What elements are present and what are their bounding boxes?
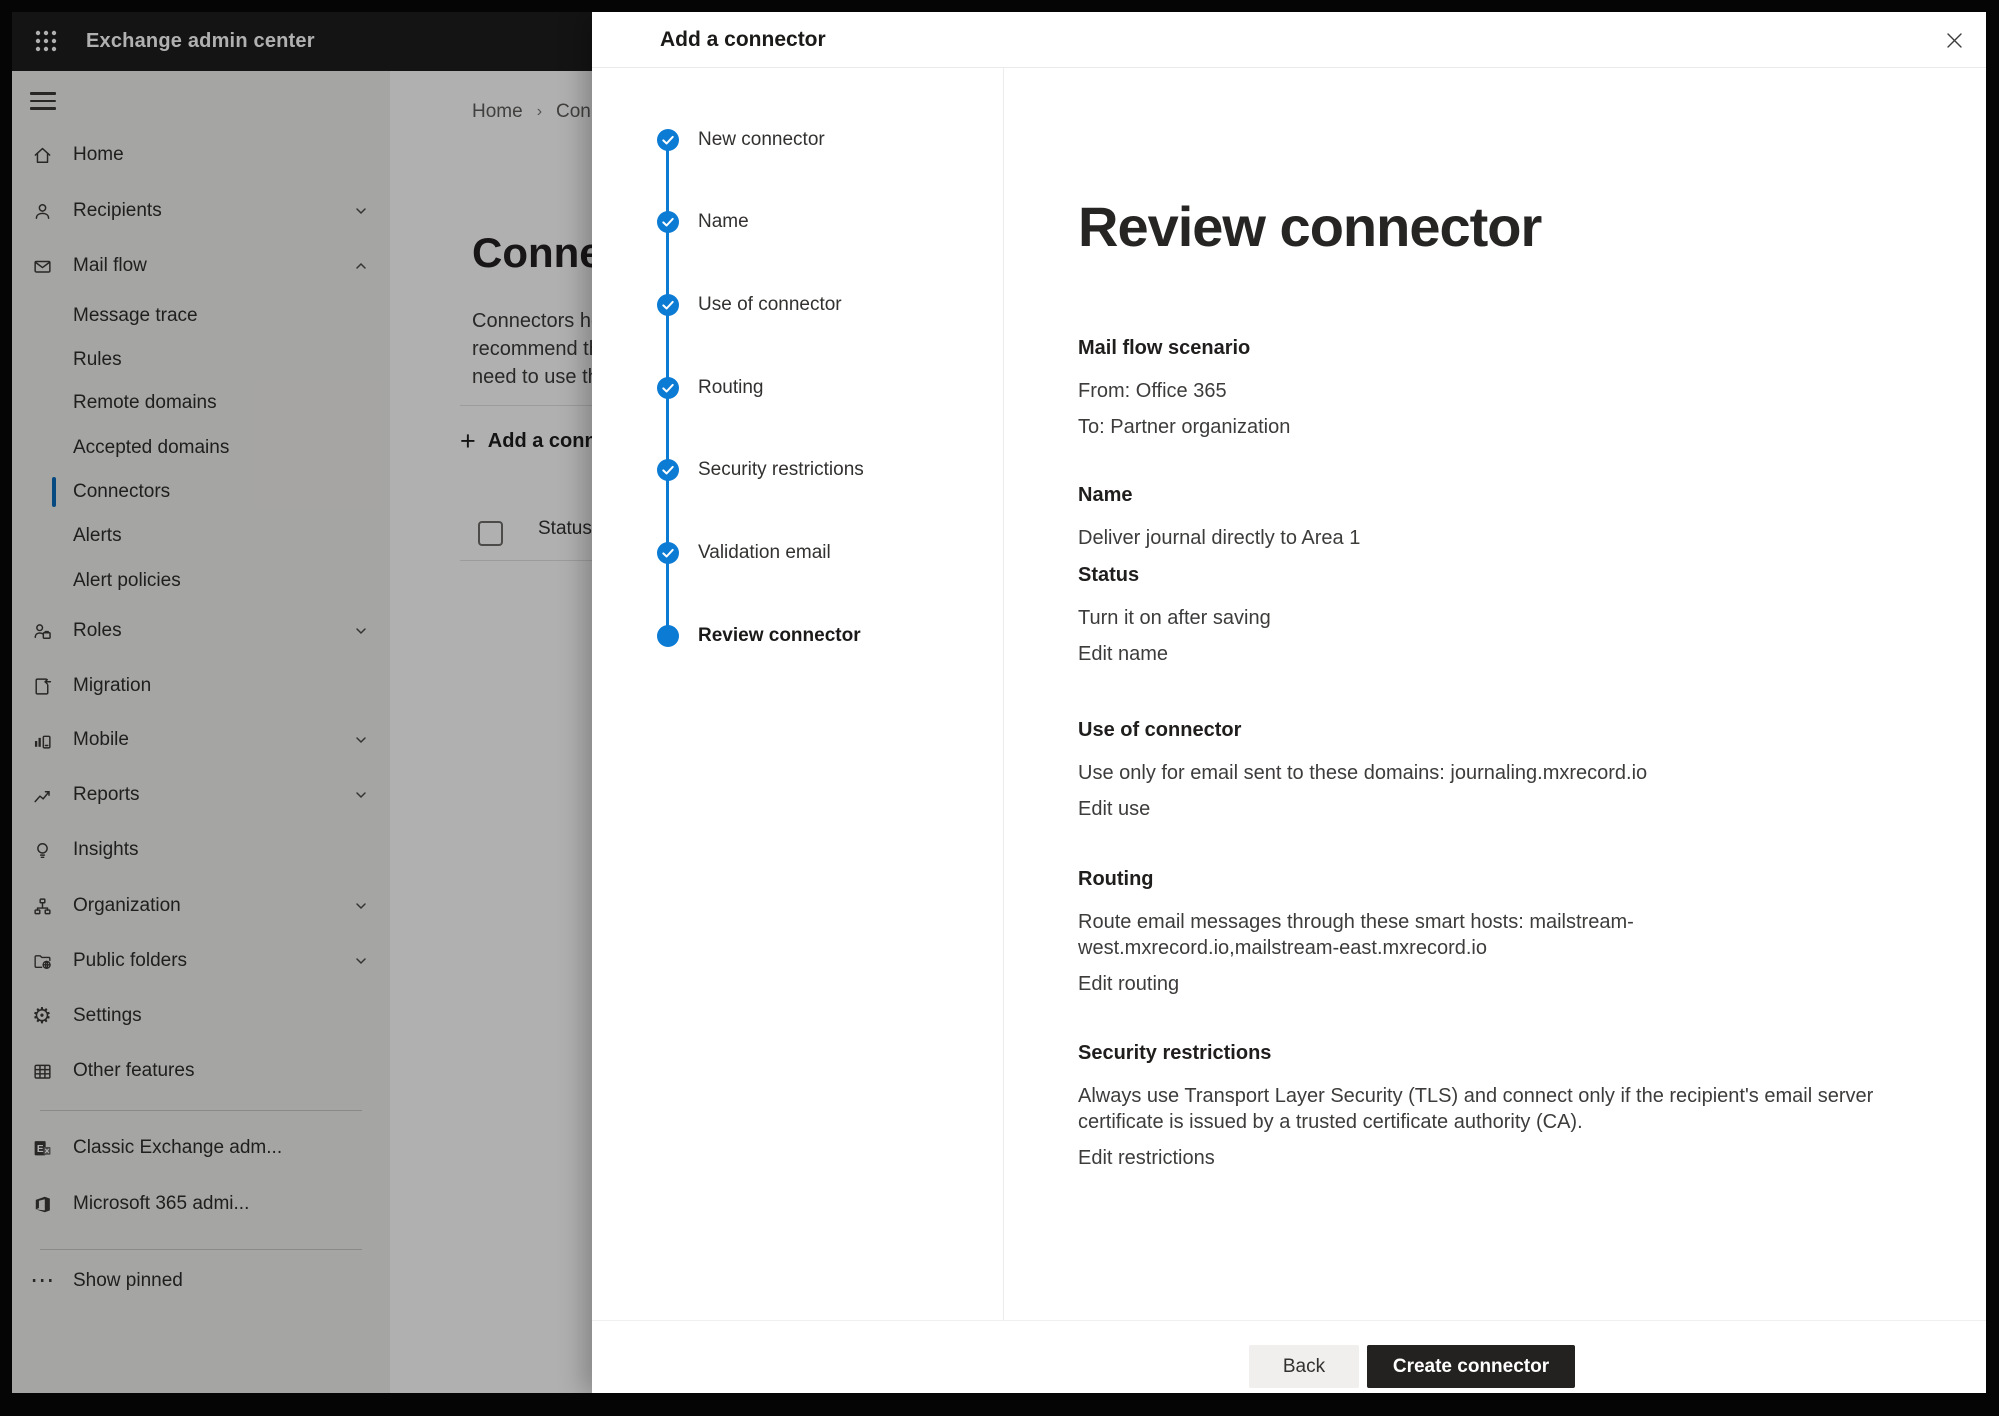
step-label: Name — [698, 209, 998, 235]
edit-name-link[interactable]: Edit name — [1078, 641, 1168, 667]
section-title: Mail flow scenario — [1078, 334, 1878, 362]
step-completed-icon — [657, 294, 679, 316]
edit-routing-link[interactable]: Edit routing — [1078, 971, 1179, 997]
section-title: Routing — [1078, 865, 1878, 893]
step-label: Security restrictions — [698, 457, 998, 483]
section-mail-flow-scenario: Mail flow scenario From: Office 365 To: … — [1078, 334, 1878, 450]
section-title: Security restrictions — [1078, 1039, 1878, 1067]
connector-name-value: Deliver journal directly to Area 1 — [1078, 525, 1878, 551]
step-completed-icon — [657, 542, 679, 564]
step-completed-icon — [657, 211, 679, 233]
panel-footer: Back Create connector — [592, 1320, 1986, 1394]
mail-flow-to: To: Partner organization — [1078, 414, 1878, 440]
section-name: Name Deliver journal directly to Area 1 … — [1078, 481, 1878, 667]
edit-use-link[interactable]: Edit use — [1078, 796, 1150, 822]
section-security-restrictions: Security restrictions Always use Transpo… — [1078, 1039, 1878, 1171]
create-connector-button[interactable]: Create connector — [1367, 1345, 1575, 1388]
frame-left — [0, 0, 12, 1416]
step-label: Use of connector — [698, 292, 998, 318]
edit-restrictions-link[interactable]: Edit restrictions — [1078, 1145, 1215, 1171]
status-subtitle: Status — [1078, 561, 1878, 589]
routing-value: Route email messages through these smart… — [1078, 909, 1878, 961]
security-value: Always use Transport Layer Security (TLS… — [1078, 1083, 1878, 1135]
panel-header: Add a connector — [592, 12, 1986, 68]
section-title: Name — [1078, 481, 1878, 509]
back-button[interactable]: Back — [1249, 1345, 1359, 1388]
section-title: Use of connector — [1078, 716, 1878, 744]
step-completed-icon — [657, 459, 679, 481]
step-completed-icon — [657, 129, 679, 151]
step-label: Review connector — [698, 623, 998, 649]
step-completed-icon — [657, 377, 679, 399]
close-button[interactable] — [1938, 24, 1970, 56]
add-connector-panel: Add a connector New connector Name Use o… — [592, 12, 1986, 1393]
frame-right — [1986, 0, 1999, 1416]
frame-top — [0, 0, 1999, 12]
mail-flow-from: From: Office 365 — [1078, 378, 1878, 404]
section-routing: Routing Route email messages through the… — [1078, 865, 1878, 997]
status-value: Turn it on after saving — [1078, 605, 1878, 631]
step-label: Validation email — [698, 540, 998, 566]
frame-bottom — [0, 1393, 1999, 1416]
step-label: Routing — [698, 375, 998, 401]
close-icon — [1945, 31, 1964, 50]
section-use-of-connector: Use of connector Use only for email sent… — [1078, 716, 1878, 822]
step-current-icon — [657, 625, 679, 647]
panel-title: Add a connector — [660, 12, 826, 67]
step-label: New connector — [698, 127, 998, 153]
panel-divider — [1003, 68, 1004, 1320]
review-heading: Review connector — [1078, 194, 1541, 259]
use-value: Use only for email sent to these domains… — [1078, 760, 1878, 786]
